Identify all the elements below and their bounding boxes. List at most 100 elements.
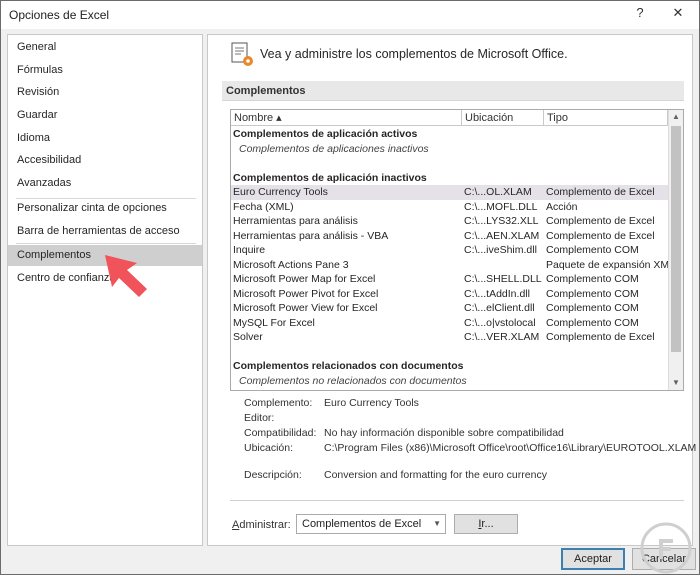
cell-location: C:\...tAddIn.dll xyxy=(464,287,530,300)
cell-location: C:\...AEN.XLAM xyxy=(464,229,540,242)
manage-label: Administrar: xyxy=(232,519,291,531)
cell-location: C:\...LYS32.XLL xyxy=(464,215,539,227)
cell-type: Paquete de expansión XML xyxy=(546,258,668,271)
vertical-scrollbar[interactable]: ▲ ▼ xyxy=(668,110,683,390)
help-icon[interactable]: ? xyxy=(629,5,651,20)
cell-location: C:\...elClient.dll xyxy=(464,302,535,314)
detail-label-compatibilidad: Compatibilidad: xyxy=(244,427,317,439)
go-button[interactable]: Ir... xyxy=(454,514,518,534)
cell-location: C:\...o|vstolocal xyxy=(464,316,536,329)
cell-type: Complemento de Excel xyxy=(546,229,655,242)
chevron-down-icon: ▼ xyxy=(433,519,441,528)
detail-value-complemento: Euro Currency Tools xyxy=(324,397,419,409)
sidebar-item-general[interactable]: General xyxy=(8,37,202,58)
sidebar-item-revision[interactable]: Revisión xyxy=(8,82,202,103)
sidebar-item-personalizar-cinta[interactable]: Personalizar cinta de opciones xyxy=(8,198,202,219)
table-row[interactable]: Microsoft Power Map for Excel C:\...SHELL… xyxy=(231,272,668,287)
table-empty-note: Complementos no relacionados con documen… xyxy=(231,374,668,389)
cell-name: Euro Currency Tools xyxy=(233,186,328,198)
cell-name: Herramientas para análisis xyxy=(233,215,358,227)
table-row[interactable]: Herramientas para análisis - VBA C:\...AE… xyxy=(231,229,668,244)
cell-type: Acción xyxy=(546,200,578,213)
cell-name: Solver xyxy=(233,331,263,343)
cell-location: C:\...MOFL.DLL xyxy=(464,200,538,213)
table-group-header: Complementos de aplicación inactivos xyxy=(231,171,668,186)
main-panel: Vea y administre los complementos de Mic… xyxy=(207,34,697,546)
excel-options-dialog: Opciones de Excel ? ✕ General Fórmulas R… xyxy=(0,0,700,575)
sidebar-item-guardar[interactable]: Guardar xyxy=(8,105,202,126)
table-spacer xyxy=(231,345,668,360)
scroll-up-icon[interactable]: ▲ xyxy=(669,110,683,124)
column-header-name[interactable]: Nombre ▴ xyxy=(231,110,462,126)
arrow-pointer-icon xyxy=(105,255,147,297)
cell-name: MySQL For Excel xyxy=(233,316,315,329)
cell-type: Complemento COM xyxy=(546,302,639,314)
cell-name: Inquire xyxy=(233,244,266,256)
group-title: Complementos relacionados con documentos xyxy=(233,360,464,372)
detail-label-editor: Editor: xyxy=(244,412,275,424)
section-title: Complementos xyxy=(222,81,684,101)
cell-type: Complemento de Excel xyxy=(546,331,655,343)
add-ins-table: Nombre ▴ Ubicación Tipo Complementos de … xyxy=(230,109,684,391)
table-empty-note: Complementos de aplicaciones inactivos xyxy=(231,142,668,157)
cell-location: C:\...OL.XLAM xyxy=(464,186,532,198)
cell-name: Fecha (XML) xyxy=(233,200,294,213)
sidebar-item-formulas[interactable]: Fórmulas xyxy=(8,60,202,81)
table-row[interactable]: Inquire C:\...iveShim.dll Complemento COM xyxy=(231,243,668,258)
table-row[interactable]: Solver C:\...VER.XLAM Complemento de Excel xyxy=(231,330,668,345)
cell-type: Complemento de Excel xyxy=(546,215,655,227)
cell-location: C:\...iveShim.dll xyxy=(464,244,537,256)
cell-name: Herramientas para análisis - VBA xyxy=(233,229,389,242)
detail-label-descripcion: Descripción: xyxy=(244,469,302,481)
table-row[interactable]: Fecha (XML) C:\...MOFL.DLL Acción xyxy=(231,200,668,215)
cell-name: Microsoft Power Pivot for Excel xyxy=(233,287,379,300)
table-row[interactable]: Microsoft Power View for Excel C:\...elCl… xyxy=(231,301,668,316)
group-title: Complementos de aplicación inactivos xyxy=(233,171,427,184)
window-title: Opciones de Excel xyxy=(9,8,110,22)
table-spacer xyxy=(231,156,668,171)
table-row[interactable]: Herramientas para análisis C:\...LYS32.XL… xyxy=(231,214,668,229)
table-row[interactable]: Microsoft Actions Pane 3 Paquete de expan… xyxy=(231,258,668,273)
cell-type: Complemento COM xyxy=(546,287,639,300)
cell-location: C:\...SHELL.DLL xyxy=(464,273,542,285)
table-header: Nombre ▴ Ubicación Tipo xyxy=(231,110,668,126)
sidebar-divider xyxy=(16,243,196,244)
table-row[interactable]: Microsoft Power Pivot for Excel C:\...tAd… xyxy=(231,287,668,302)
table-row[interactable]: Euro Currency Tools C:\...OL.XLAM Compleme… xyxy=(231,185,668,200)
column-header-type[interactable]: Tipo xyxy=(544,110,668,126)
watermark-logo-icon xyxy=(640,522,692,574)
cell-location: C:\...VER.XLAM xyxy=(464,331,540,343)
bottom-divider xyxy=(230,500,684,501)
manage-dropdown[interactable]: Complementos de Excel ▼ xyxy=(296,514,446,534)
manage-dropdown-value: Complementos de Excel xyxy=(302,518,422,530)
table-row[interactable]: MySQL For Excel C:\...o|vstolocal Compleme… xyxy=(231,316,668,331)
cell-type: Complemento de Excel xyxy=(546,186,655,198)
detail-value-compatibilidad: No hay información disponible sobre comp… xyxy=(324,427,564,439)
scroll-down-icon[interactable]: ▼ xyxy=(669,376,683,390)
close-icon[interactable]: ✕ xyxy=(667,5,689,21)
empty-note-text: Complementos no relacionados con documen… xyxy=(239,374,467,387)
detail-value-descripcion: Conversion and formatting for the euro c… xyxy=(324,469,547,481)
sidebar-item-barra-acceso-rapido[interactable]: Barra de herramientas de acceso rápido xyxy=(8,221,202,258)
cell-type: Complemento COM xyxy=(546,316,639,329)
manage-label-rest: dministrar: xyxy=(239,519,291,531)
scroll-thumb[interactable] xyxy=(671,126,681,352)
sidebar-item-idioma[interactable]: Idioma xyxy=(8,128,202,149)
add-ins-gear-icon xyxy=(231,42,253,66)
detail-value-ubicacion: C:\Program Files (x86)\Microsoft Office\… xyxy=(324,442,697,454)
cell-name: Microsoft Actions Pane 3 xyxy=(233,258,349,271)
cell-type: Complemento COM xyxy=(546,273,639,285)
column-header-location[interactable]: Ubicación xyxy=(462,110,544,126)
cell-type: Complemento COM xyxy=(546,244,639,256)
empty-note-text: Complementos de aplicaciones inactivos xyxy=(239,142,429,155)
detail-label-complemento: Complemento: xyxy=(244,397,313,409)
table-group-header: Complementos relacionados con documentos xyxy=(231,359,668,374)
detail-label-ubicacion: Ubicación: xyxy=(244,442,294,454)
page-header: Vea y administre los complementos de Mic… xyxy=(260,47,568,61)
table-group-header: Complementos de aplicación activos xyxy=(231,127,668,142)
sidebar-item-accesibilidad[interactable]: Accesibilidad xyxy=(8,150,202,171)
sidebar-item-avanzadas[interactable]: Avanzadas xyxy=(8,173,202,194)
group-title: Complementos de aplicación activos xyxy=(233,128,418,140)
ok-button[interactable]: Aceptar xyxy=(561,548,625,570)
cell-name: Microsoft Power View for Excel xyxy=(233,302,378,314)
